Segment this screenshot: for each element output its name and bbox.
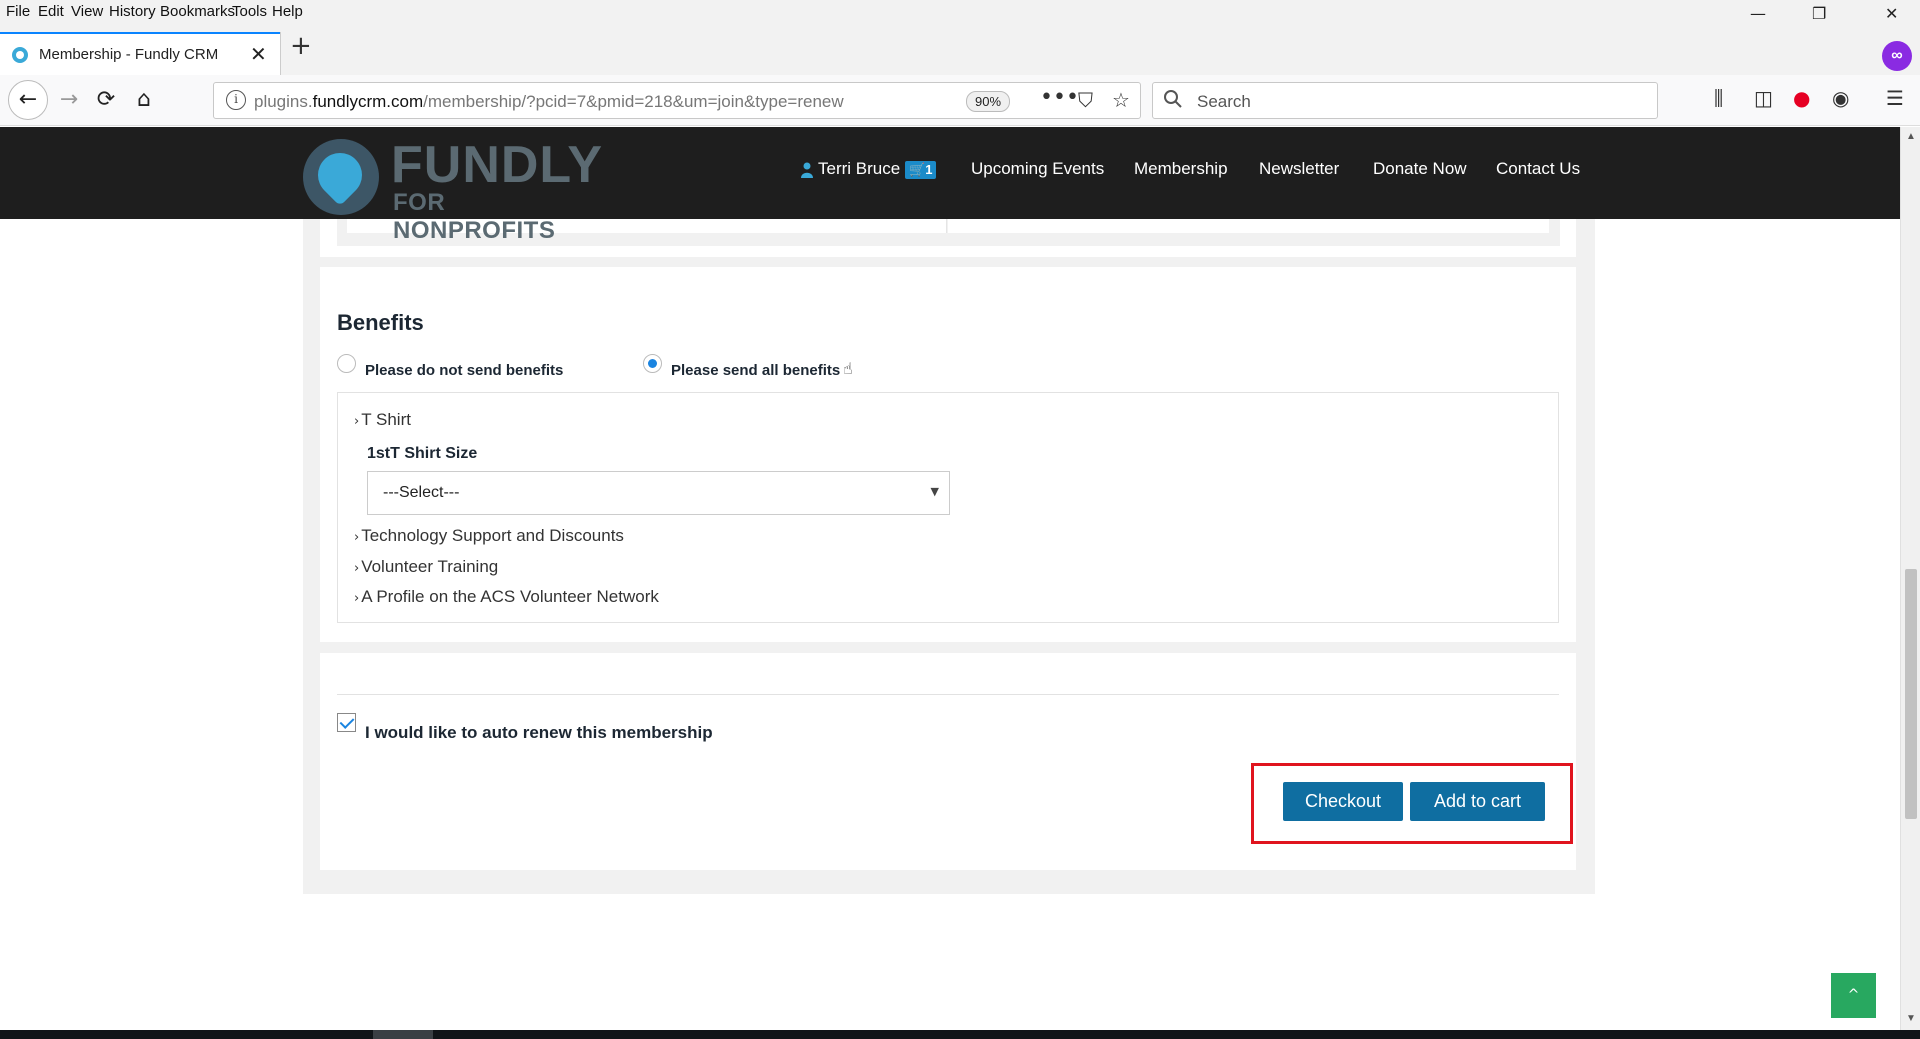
- t-shirt-size-select[interactable]: ---Select--- ▼: [367, 471, 950, 515]
- previous-section-cell: [948, 219, 1549, 233]
- radio-no-benefits-label[interactable]: Please do not send benefits: [365, 362, 563, 379]
- nav-donate-now[interactable]: Donate Now: [1373, 159, 1467, 179]
- benefits-heading: Benefits: [337, 310, 424, 335]
- scroll-down-icon[interactable]: ▼: [1906, 1013, 1916, 1024]
- close-tab-icon[interactable]: ✕: [250, 42, 267, 66]
- url-host: fundlycrm.com: [312, 92, 424, 111]
- os-taskbar: [0, 1030, 1920, 1039]
- benefits-panel: Benefits Please do not send benefits Ple…: [320, 267, 1576, 642]
- library-icon[interactable]: ⫼: [1714, 86, 1723, 110]
- membership-form: Benefits Please do not send benefits Ple…: [303, 219, 1595, 894]
- page-actions-icon[interactable]: •••: [1040, 85, 1079, 110]
- back-arrow-icon[interactable]: ←: [8, 80, 48, 120]
- menu-help[interactable]: Help: [272, 3, 303, 20]
- home-icon[interactable]: ⌂: [128, 85, 160, 117]
- chevron-right-icon: ›: [354, 591, 360, 606]
- menu-bookmarks[interactable]: Bookmarks: [160, 3, 235, 20]
- benefit-item-volunteer-training[interactable]: › Volunteer Training: [354, 557, 498, 577]
- zoom-level-badge[interactable]: 90%: [966, 91, 1011, 112]
- divider: [337, 694, 1559, 695]
- nav-user-name[interactable]: Terri Bruce: [818, 159, 900, 179]
- private-browsing-icon: ∞: [1882, 41, 1912, 71]
- reload-icon[interactable]: ⟳: [90, 85, 122, 117]
- menu-history[interactable]: History: [109, 3, 156, 20]
- dropdown-arrow-icon: ▼: [930, 485, 939, 498]
- nav-contact-us[interactable]: Contact Us: [1496, 159, 1580, 179]
- radio-no-benefits[interactable]: [337, 354, 356, 373]
- nav-upcoming-events[interactable]: Upcoming Events: [971, 159, 1104, 179]
- add-to-cart-button[interactable]: Add to cart: [1410, 782, 1545, 821]
- fundly-logo[interactable]: FUNDLY FOR NONPROFITS: [303, 135, 602, 244]
- page-viewport: Benefits Please do not send benefits Ple…: [0, 127, 1900, 1030]
- t-shirt-size-label: 1stT Shirt Size: [367, 445, 478, 462]
- url-text[interactable]: plugins.fundlycrm.com/membership/?pcid=7…: [254, 92, 844, 112]
- benefit-item-technology-support[interactable]: › Technology Support and Discounts: [354, 526, 624, 546]
- scroll-up-icon[interactable]: ▲: [1906, 131, 1916, 142]
- checkout-button[interactable]: Checkout: [1283, 782, 1403, 821]
- logo-text: FUNDLY: [391, 136, 604, 194]
- radio-all-benefits[interactable]: [643, 354, 662, 373]
- pinterest-icon[interactable]: ●: [1793, 86, 1810, 110]
- url-prefix: plugins.: [254, 92, 313, 111]
- chevron-up-icon: ^: [1847, 987, 1860, 1003]
- benefit-item-label: Volunteer Training: [361, 557, 499, 576]
- nav-membership[interactable]: Membership: [1134, 159, 1228, 179]
- cart-count: 1: [925, 162, 933, 177]
- restore-icon[interactable]: ❐: [1812, 4, 1826, 23]
- benefit-item-t-shirt[interactable]: › T Shirt: [354, 410, 411, 430]
- tab-membership[interactable]: Membership - Fundly CRM ✕: [0, 32, 280, 75]
- scrollbar-thumb[interactable]: [1905, 569, 1917, 819]
- search-bar[interactable]: Search: [1152, 82, 1658, 119]
- tab-title: Membership - Fundly CRM: [39, 46, 219, 63]
- hand-cursor-icon: ☝: [843, 359, 853, 378]
- benefits-list: › T Shirt 1stT Shirt Size ---Select--- ▼ …: [337, 392, 1559, 623]
- page-scrollbar[interactable]: ▲ ▼: [1900, 127, 1920, 1030]
- auto-renew-label[interactable]: I would like to auto renew this membersh…: [365, 723, 713, 743]
- chevron-right-icon: ›: [354, 414, 360, 429]
- fundly-favicon-icon: [12, 47, 28, 63]
- nav-newsletter[interactable]: Newsletter: [1259, 159, 1339, 179]
- chevron-right-icon: ›: [354, 561, 360, 576]
- close-window-icon[interactable]: ✕: [1885, 4, 1898, 23]
- account-icon[interactable]: ◉: [1832, 86, 1849, 110]
- navigation-toolbar: ← → ⟳ ⌂ i plugins.fundlycrm.com/membersh…: [0, 75, 1920, 126]
- hamburger-menu-icon[interactable]: ☰: [1886, 86, 1904, 110]
- menu-edit[interactable]: Edit: [38, 3, 64, 20]
- menu-tools[interactable]: Tools: [232, 3, 267, 20]
- cart-icon: 🛒: [909, 162, 926, 177]
- highlight-annotation: Checkout Add to cart: [1251, 763, 1573, 844]
- search-icon: [1164, 90, 1182, 108]
- user-icon: [801, 162, 813, 178]
- minimize-icon[interactable]: —: [1750, 4, 1766, 23]
- bookmark-star-icon[interactable]: ☆: [1112, 88, 1130, 112]
- search-placeholder: Search: [1197, 92, 1251, 111]
- fundly-logo-icon: [303, 139, 379, 215]
- cart-badge[interactable]: 🛒1: [905, 161, 937, 179]
- back-to-top-button[interactable]: ^: [1831, 973, 1876, 1018]
- taskbar-active-item[interactable]: [373, 1030, 433, 1039]
- new-tab-icon[interactable]: +: [290, 33, 312, 59]
- benefit-item-label: Technology Support and Discounts: [361, 526, 624, 545]
- url-path: /membership/?pcid=7&pmid=218&um=join&typ…: [423, 92, 844, 111]
- auto-renew-panel: I would like to auto renew this membersh…: [320, 653, 1576, 870]
- t-shirt-size-value: ---Select---: [383, 484, 460, 501]
- tab-strip: Membership - Fundly CRM ✕ + ∞: [0, 25, 1920, 75]
- site-info-icon[interactable]: i: [226, 90, 246, 110]
- benefit-item-label: A Profile on the ACS Volunteer Network: [361, 587, 659, 606]
- menu-bar: File Edit View History Bookmarks Tools H…: [0, 0, 1920, 25]
- benefit-item-volunteer-network[interactable]: › A Profile on the ACS Volunteer Network: [354, 587, 659, 607]
- auto-renew-checkbox[interactable]: [337, 713, 356, 732]
- sidebar-icon[interactable]: ◫: [1754, 86, 1773, 110]
- logo-subtitle: FOR NONPROFITS: [393, 189, 556, 244]
- radio-all-benefits-label[interactable]: Please send all benefits: [671, 362, 840, 379]
- pocket-icon[interactable]: ⛉: [1078, 88, 1093, 112]
- site-header: FUNDLY FOR NONPROFITS Terri Bruce 🛒1 Upc…: [0, 127, 1900, 244]
- forward-arrow-icon[interactable]: →: [53, 85, 85, 117]
- url-bar[interactable]: i plugins.fundlycrm.com/membership/?pcid…: [213, 82, 1141, 119]
- chevron-right-icon: ›: [354, 530, 360, 545]
- menu-view[interactable]: View: [71, 3, 103, 20]
- benefit-item-label: T Shirt: [361, 410, 411, 429]
- menu-file[interactable]: File: [6, 3, 30, 20]
